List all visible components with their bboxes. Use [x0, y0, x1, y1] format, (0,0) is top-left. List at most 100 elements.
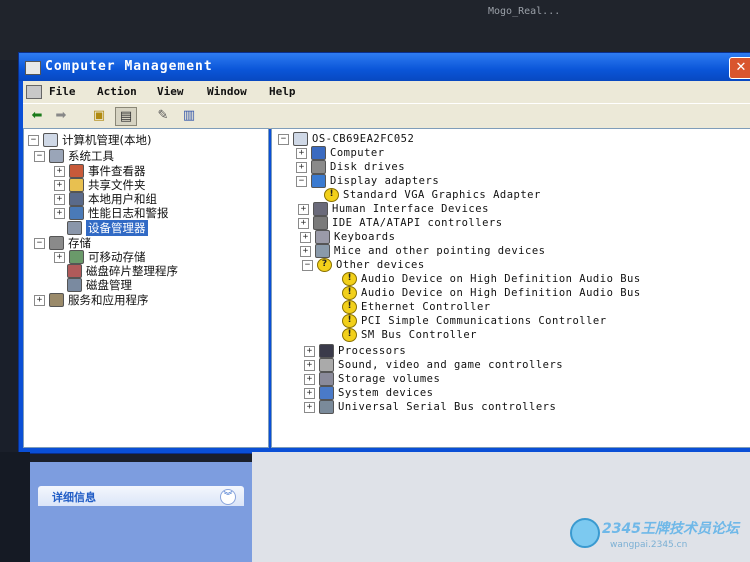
up-folder-icon[interactable]: ▣	[89, 107, 109, 124]
expand-icon[interactable]: +	[54, 165, 65, 177]
close-button[interactable]: ✕	[729, 57, 750, 79]
tree-item-system-tools[interactable]: − 系统工具	[34, 149, 114, 163]
tree-item-shared-folders[interactable]: + 共享文件夹	[54, 178, 146, 192]
menu-window[interactable]: Window	[207, 85, 247, 98]
device-label: SM Bus Controller	[361, 329, 477, 341]
device-manager-icon	[67, 221, 82, 235]
device-category-other-devices[interactable]: − ? Other devices	[302, 258, 425, 272]
tree-item-local-users[interactable]: + 本地用户和组	[54, 192, 157, 206]
device-category-processors[interactable]: + Processors	[304, 344, 406, 358]
tree-item-event-viewer[interactable]: + 事件查看器	[54, 164, 146, 178]
device-label: Human Interface Devices	[332, 203, 489, 215]
computer-management-icon	[25, 61, 41, 75]
expand-icon[interactable]: +	[300, 245, 311, 257]
expand-icon[interactable]: +	[54, 193, 65, 205]
device-tree-root[interactable]: − OS-CB69EA2FC052	[278, 132, 414, 146]
collapse-icon[interactable]: −	[302, 259, 313, 271]
watermark-url: wangpai.2345.cn	[610, 540, 688, 550]
menu-help[interactable]: Help	[269, 85, 296, 98]
tree-item-perf-logs[interactable]: + 性能日志和警报	[54, 206, 169, 220]
sound-icon	[319, 358, 334, 372]
help-icon[interactable]: ▥	[179, 107, 199, 124]
warning-icon: !	[342, 314, 357, 328]
expand-icon[interactable]: +	[304, 387, 315, 399]
device-item-audio-2[interactable]: ! Audio Device on High Definition Audio …	[342, 286, 641, 300]
collapse-icon[interactable]: −	[296, 175, 307, 187]
expand-icon[interactable]: +	[298, 217, 309, 229]
expand-icon[interactable]: +	[296, 147, 307, 159]
storage-volume-icon	[319, 372, 334, 386]
details-label: 详细信息	[52, 491, 96, 504]
watermark-title: 2345王牌技术员论坛	[602, 521, 739, 537]
removable-storage-icon	[69, 250, 84, 264]
device-item-smbus[interactable]: ! SM Bus Controller	[342, 328, 477, 342]
device-item-vga[interactable]: ! Standard VGA Graphics Adapter	[324, 188, 541, 202]
expand-icon[interactable]: +	[298, 203, 309, 215]
background-window-title: Mogo_Real...	[488, 6, 561, 17]
tree-item-device-manager[interactable]: 设备管理器	[67, 220, 148, 236]
expand-icon[interactable]: +	[296, 161, 307, 173]
expand-icon[interactable]: +	[54, 207, 65, 219]
tree-label: 系统工具	[68, 149, 114, 163]
desktop-background: Mogo_Real...	[0, 0, 750, 60]
device-label: Disk drives	[330, 161, 406, 173]
expand-icon[interactable]: +	[54, 251, 65, 263]
defrag-icon	[67, 264, 82, 278]
device-item-audio-1[interactable]: ! Audio Device on High Definition Audio …	[342, 272, 641, 286]
device-category-mice[interactable]: + Mice and other pointing devices	[300, 244, 545, 258]
collapse-icon[interactable]: −	[278, 133, 289, 145]
device-label: Processors	[338, 345, 407, 357]
menu-action[interactable]: Action	[97, 85, 137, 98]
title-bar[interactable]: Computer Management ✕	[19, 53, 750, 81]
device-category-keyboards[interactable]: + Keyboards	[300, 230, 395, 244]
device-label: Keyboards	[334, 231, 396, 243]
menu-file[interactable]: File	[49, 85, 76, 98]
tree-item-services[interactable]: + 服务和应用程序	[34, 293, 149, 307]
tree-item-root[interactable]: − 计算机管理(本地)	[28, 133, 151, 147]
system-device-icon	[319, 386, 334, 400]
tree-item-disk-management[interactable]: 磁盘管理	[67, 278, 132, 292]
app-menu-icon[interactable]	[26, 85, 42, 99]
device-category-hid[interactable]: + Human Interface Devices	[298, 202, 489, 216]
collapse-icon[interactable]: −	[34, 237, 45, 249]
tree-item-defrag[interactable]: 磁盘碎片整理程序	[67, 264, 178, 278]
event-viewer-icon	[69, 164, 84, 178]
device-label: OS-CB69EA2FC052	[312, 133, 415, 145]
expand-icon[interactable]: +	[54, 179, 65, 191]
collapse-icon[interactable]: −	[28, 134, 39, 146]
tree-item-removable-storage[interactable]: + 可移动存储	[54, 250, 146, 264]
menu-view[interactable]: View	[157, 85, 184, 98]
device-category-display-adapters[interactable]: − Display adapters	[296, 174, 439, 188]
expand-icon[interactable]: +	[34, 294, 45, 306]
expand-icon[interactable]: +	[304, 401, 315, 413]
expand-icon[interactable]: +	[304, 345, 315, 357]
device-category-sound[interactable]: + Sound, video and game controllers	[304, 358, 563, 372]
device-category-computer[interactable]: + Computer	[296, 146, 385, 160]
tree-label: 服务和应用程序	[68, 293, 149, 307]
expand-icon[interactable]: +	[304, 373, 315, 385]
tree-item-storage[interactable]: − 存储	[34, 236, 91, 250]
storage-icon	[49, 236, 64, 250]
forum-logo-icon	[570, 518, 600, 548]
device-label: Mice and other pointing devices	[334, 245, 546, 257]
device-label: IDE ATA/ATAPI controllers	[332, 217, 503, 229]
device-category-storage-volumes[interactable]: + Storage volumes	[304, 372, 440, 386]
device-category-ide[interactable]: + IDE ATA/ATAPI controllers	[298, 216, 503, 230]
expand-icon[interactable]: +	[300, 231, 311, 243]
services-icon	[49, 293, 64, 307]
details-section-header[interactable]: 详细信息 ︾	[38, 486, 244, 506]
device-category-system-devices[interactable]: + System devices	[304, 386, 434, 400]
properties-icon[interactable]: ✎	[153, 107, 173, 124]
collapse-icon[interactable]: −	[34, 150, 45, 162]
computer-icon	[43, 133, 58, 147]
expand-icon[interactable]: +	[304, 359, 315, 371]
back-arrow-icon[interactable]: ⬅	[27, 107, 47, 124]
device-category-usb[interactable]: + Universal Serial Bus controllers	[304, 400, 556, 414]
device-label: System devices	[338, 387, 434, 399]
device-category-disk-drives[interactable]: + Disk drives	[296, 160, 405, 174]
device-item-ethernet[interactable]: ! Ethernet Controller	[342, 300, 491, 314]
device-item-pci[interactable]: ! PCI Simple Communications Controller	[342, 314, 607, 328]
show-hide-tree-icon[interactable]: ▤	[115, 107, 137, 126]
chevron-down-icon[interactable]: ︾	[220, 489, 236, 505]
forward-arrow-icon[interactable]: ➡	[51, 107, 71, 124]
